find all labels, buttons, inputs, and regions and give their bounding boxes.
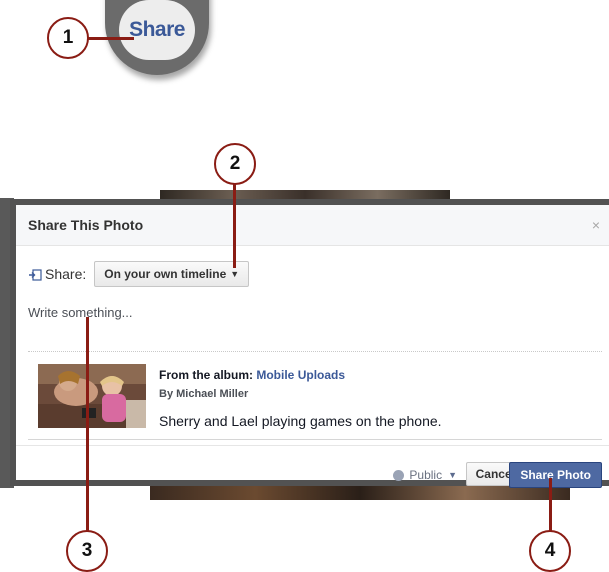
share-label: Share: <box>45 266 87 282</box>
dialog-title: Share This Photo <box>28 217 144 233</box>
share-target-row: Share: On your own timeline ▼ <box>28 261 250 287</box>
chevron-down-icon: ▼ <box>448 470 457 480</box>
share-photo-button[interactable]: Share Photo <box>509 462 602 488</box>
dialog-body: Share This Photo × Share: On your own ti… <box>16 205 609 488</box>
share-link-zoom-inner: Share <box>119 0 195 60</box>
callout-3-leader <box>86 317 89 532</box>
share-arrow-icon <box>28 268 42 281</box>
close-icon[interactable]: × <box>592 217 600 233</box>
photo-caption: Sherry and Lael playing games on the pho… <box>159 413 442 429</box>
callout-4-leader <box>549 478 552 532</box>
globe-icon <box>393 469 405 481</box>
callout-2: 2 <box>214 143 256 185</box>
callout-4: 4 <box>529 530 571 572</box>
callout-1-leader <box>88 37 134 40</box>
share-target-value: On your own timeline <box>104 267 227 281</box>
dialog-footer: Public ▼ Cancel Share Photo <box>16 445 609 488</box>
callout-2-leader <box>233 183 236 268</box>
background-strip-bottom <box>150 486 570 500</box>
privacy-value: Public <box>409 468 443 482</box>
divider <box>28 351 602 352</box>
write-something-input[interactable] <box>28 305 588 320</box>
photo-thumbnail <box>38 364 146 428</box>
privacy-selector[interactable]: Public ▼ <box>393 468 457 482</box>
photo-byline: By Michael Miller <box>159 388 249 400</box>
album-line: From the album: Mobile Uploads <box>159 368 345 382</box>
divider <box>28 439 602 440</box>
album-link[interactable]: Mobile Uploads <box>256 368 345 382</box>
album-prefix: From the album: <box>159 368 254 382</box>
callout-3: 3 <box>66 530 108 572</box>
callout-1: 1 <box>47 17 89 59</box>
dialog-header: Share This Photo <box>16 205 609 246</box>
share-link[interactable]: Share <box>129 18 185 42</box>
chevron-down-icon: ▼ <box>230 269 240 279</box>
share-photo-dialog: Share This Photo × Share: On your own ti… <box>10 199 609 488</box>
share-target-dropdown[interactable]: On your own timeline ▼ <box>94 261 250 287</box>
